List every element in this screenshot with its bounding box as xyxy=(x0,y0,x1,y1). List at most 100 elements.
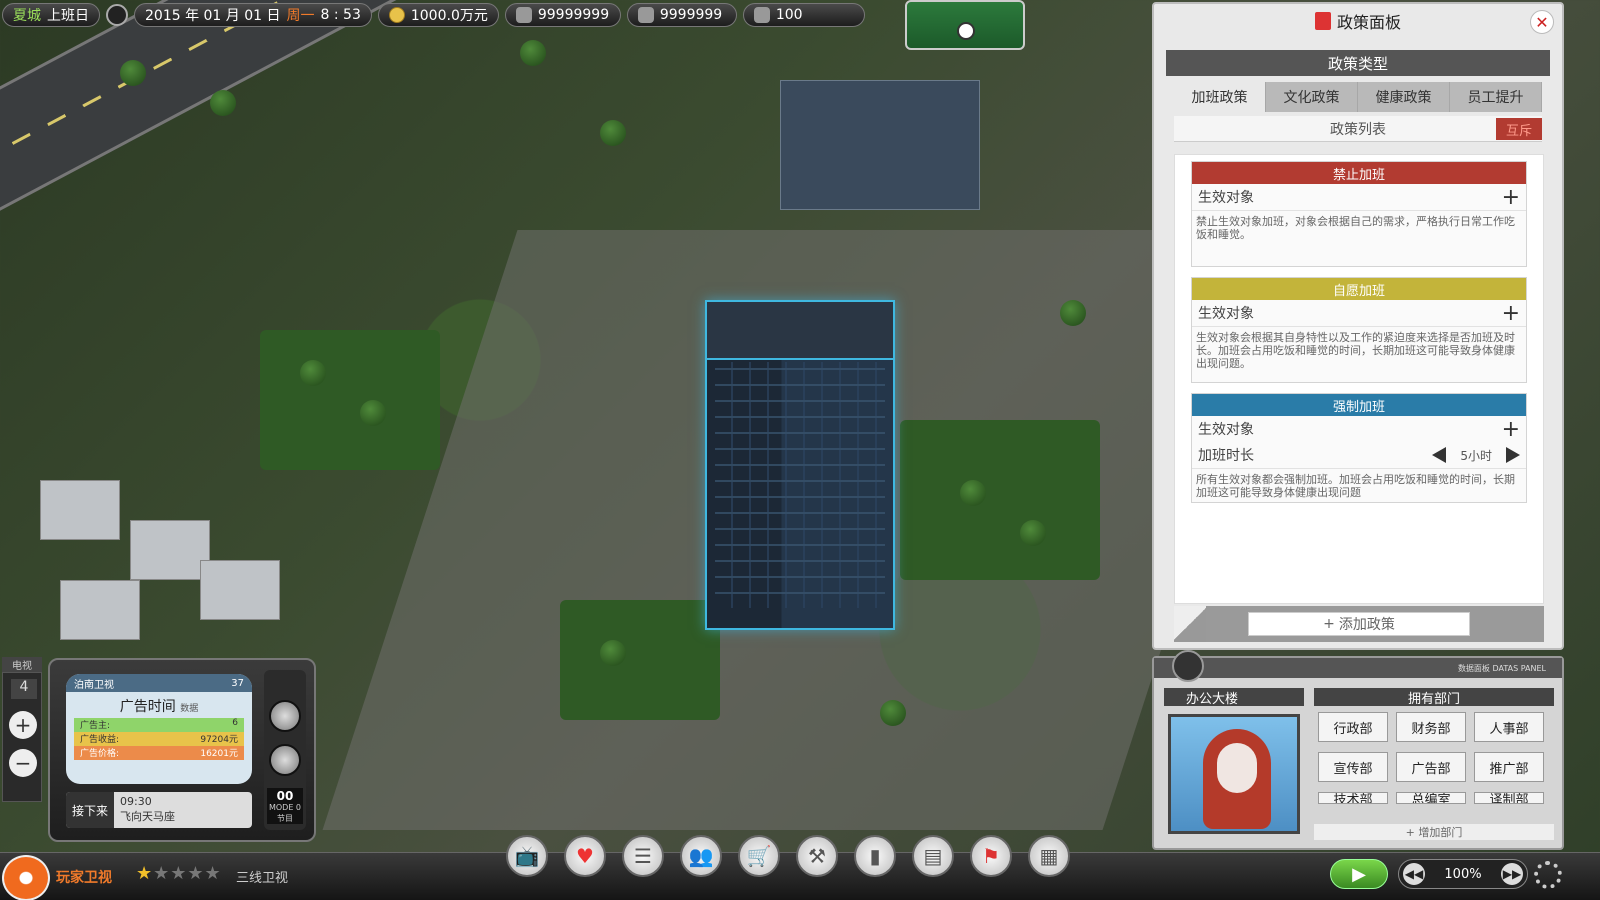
target-row: 生效对象 + xyxy=(1192,184,1526,210)
main-dock: 📺 ♥ ☰ 👥 🛒 ⚒ ▮ ▤ ⚑ ▦ xyxy=(506,835,1070,877)
policy-card-ban-overtime[interactable]: 禁止加班 生效对象 + 禁止生效对象加班，对象会根据自己的需求，严格执行日常工作… xyxy=(1191,161,1527,267)
strip-text: 数据面板 DATAS PANEL xyxy=(1457,664,1546,673)
dept-publicity-button[interactable]: 宣传部 xyxy=(1318,752,1388,782)
city-status[interactable]: 夏城 上班日 xyxy=(2,3,100,27)
target-label: 生效对象 xyxy=(1198,422,1254,438)
ad-stats: 广告主: 6 广告收益: 97204元 广告价格: 16201元 xyxy=(74,718,244,760)
faster-button[interactable]: ▶▶ xyxy=(1500,863,1523,885)
zoom-in-button[interactable]: + xyxy=(9,711,37,739)
tree xyxy=(600,640,626,666)
dept-admin-button[interactable]: 行政部 xyxy=(1318,712,1388,742)
dept-dubbing-button[interactable]: 译制部 xyxy=(1474,792,1544,804)
channel-logo-icon[interactable] xyxy=(2,855,50,900)
card-title: 强制加班 xyxy=(1192,394,1526,416)
increase-arrow-icon[interactable] xyxy=(1506,447,1520,463)
play-button[interactable]: ▶ xyxy=(1330,859,1388,889)
soccer-ball-icon xyxy=(957,22,975,40)
info-strip: 数据面板 DATAS PANEL xyxy=(1154,658,1562,678)
manager-portrait[interactable] xyxy=(1168,714,1300,834)
crane-icon[interactable]: ⚒ xyxy=(796,835,838,877)
policy-card-forced-overtime[interactable]: 强制加班 生效对象 + 加班时长 5小时 所有生效对象都会强制加班。加班会占用吃… xyxy=(1191,393,1527,503)
stadium-shortcut[interactable] xyxy=(905,0,1025,50)
policy-type-header: 政策类型 xyxy=(1166,50,1550,76)
add-dept-label: 增加部门 xyxy=(1418,826,1463,839)
mode-value: 00 xyxy=(276,789,294,803)
decrease-arrow-icon[interactable] xyxy=(1432,447,1447,463)
add-policy-button[interactable]: + 添加政策 xyxy=(1248,612,1470,636)
bottom-bar: 玩家卫视 ★★★★★ 三线卫视 📺 ♥ ☰ 👥 🛒 ⚒ ▮ ▤ ⚑ ▦ ▶ ◀◀… xyxy=(0,835,1600,900)
date-time: 2015 年 01 月 01 日 周一 8 : 53 xyxy=(134,3,372,27)
dept-hr-button[interactable]: 人事部 xyxy=(1474,712,1544,742)
next-program-info: 09:30 飞向天马座 xyxy=(114,792,181,828)
slower-button[interactable]: ◀◀ xyxy=(1403,863,1425,885)
heart-icon[interactable]: ♥ xyxy=(564,835,606,877)
bar-chart-icon[interactable]: ▮ xyxy=(854,835,896,877)
building-info-panel: 数据面板 DATAS PANEL 办公大楼 拥有部门 行政部 财务部 人事部 宣… xyxy=(1152,650,1564,850)
camera-icon[interactable] xyxy=(1172,650,1204,682)
resource3-display: 100 xyxy=(742,3,865,27)
tab-health[interactable]: 健康政策 xyxy=(1358,82,1450,112)
policy-flag-icon[interactable]: ⚑ xyxy=(970,835,1012,877)
dept-finance-button[interactable]: 财务部 xyxy=(1396,712,1466,742)
policy-card-voluntary-overtime[interactable]: 自愿加班 生效对象 + 生效对象会根据其自身特性以及工作的紧迫度来选择是否加班及… xyxy=(1191,277,1527,383)
dept-promotion-button[interactable]: 推广部 xyxy=(1474,752,1544,782)
tree xyxy=(210,90,236,116)
row-value: 6 xyxy=(232,718,238,728)
tv-icon[interactable]: 📺 xyxy=(506,835,548,877)
policy-list: 禁止加班 生效对象 + 禁止生效对象加班，对象会根据自己的需求，严格执行日常工作… xyxy=(1174,154,1544,604)
dept-editorial-button[interactable]: 总编室 xyxy=(1396,792,1466,804)
shopping-cart-icon[interactable]: 🛒 xyxy=(738,835,780,877)
office-tower-roof xyxy=(705,300,895,360)
tab-staff-upgrade[interactable]: 员工提升 xyxy=(1450,82,1542,112)
tv-screen[interactable]: 泊南卫视 37 广告时间 数据 广告主: 6 广告收益: 97204元 广告价格… xyxy=(66,674,252,784)
duration-label: 加班时长 xyxy=(1198,448,1254,464)
speed-value: 100% xyxy=(1444,866,1482,882)
dept-tech-button[interactable]: 技术部 xyxy=(1318,792,1388,804)
card-desc: 禁止生效对象加班，对象会根据自己的需求，严格执行日常工作吃饭和睡觉。 xyxy=(1192,210,1526,266)
ad-price-row: 广告价格: 16201元 xyxy=(74,746,244,760)
duration-stepper: 5小时 xyxy=(1432,447,1520,464)
mode-display: 00 MODE 0 节目 xyxy=(267,788,303,824)
star-icon: ★ xyxy=(136,863,154,884)
tree xyxy=(1020,520,1046,546)
tab-overtime[interactable]: 加班政策 xyxy=(1174,82,1266,112)
mode-sub: 节目 xyxy=(277,814,293,823)
zoom-out-button[interactable]: − xyxy=(9,749,37,777)
row-label: 广告价格: xyxy=(80,749,120,759)
tab-culture[interactable]: 文化政策 xyxy=(1266,82,1358,112)
tree xyxy=(1060,300,1086,326)
list-icon[interactable]: ☰ xyxy=(622,835,664,877)
weekday: 周一 xyxy=(286,8,315,24)
channel-knob[interactable] xyxy=(269,700,301,732)
resource1-display: 99999999 xyxy=(504,3,621,27)
add-target-icon[interactable]: + xyxy=(1502,417,1520,442)
dept-grid: 行政部 财务部 人事部 宣传部 广告部 推广部 技术部 总编室 译制部 xyxy=(1318,712,1554,804)
map-icon[interactable]: ▦ xyxy=(1028,835,1070,877)
tv-side-controls: 4 + − xyxy=(2,672,42,802)
card-title: 禁止加班 xyxy=(1192,162,1526,184)
dept-ads-button[interactable]: 广告部 xyxy=(1396,752,1466,782)
close-button[interactable]: ✕ xyxy=(1530,10,1554,34)
clock-icon xyxy=(106,4,128,26)
date: 2015 年 01 月 01 日 xyxy=(145,8,281,24)
plus-icon: + xyxy=(1323,616,1335,632)
volume-knob[interactable] xyxy=(269,744,301,776)
card-desc: 生效对象会根据其自身特性以及工作的紧迫度来选择是否加班及时长。加班会占用吃饭和睡… xyxy=(1192,326,1526,382)
add-dept-button[interactable]: + 增加部门 xyxy=(1314,824,1554,840)
newspaper-icon[interactable]: ▤ xyxy=(912,835,954,877)
policy-panel: 政策面板 ✕ 政策类型 加班政策 文化政策 健康政策 员工提升 政策列表 互斥 … xyxy=(1152,2,1564,650)
next-program-name: 飞向天马座 xyxy=(120,810,175,823)
apartment-building[interactable] xyxy=(780,80,980,210)
time: 8 : 53 xyxy=(320,7,361,23)
house xyxy=(130,520,210,580)
grass-patch xyxy=(260,330,440,470)
grass-patch xyxy=(900,420,1100,580)
add-target-icon[interactable]: + xyxy=(1502,301,1520,326)
add-target-icon[interactable]: + xyxy=(1502,185,1520,210)
channel-number: 4 xyxy=(11,679,37,699)
money-display: 1000.0万元 xyxy=(377,3,499,27)
channel-name: 玩家卫视 xyxy=(56,870,112,886)
staff-icon[interactable]: 👥 xyxy=(680,835,722,877)
building-name: 办公大楼 xyxy=(1164,688,1304,707)
gear-icon[interactable] xyxy=(1534,861,1562,889)
